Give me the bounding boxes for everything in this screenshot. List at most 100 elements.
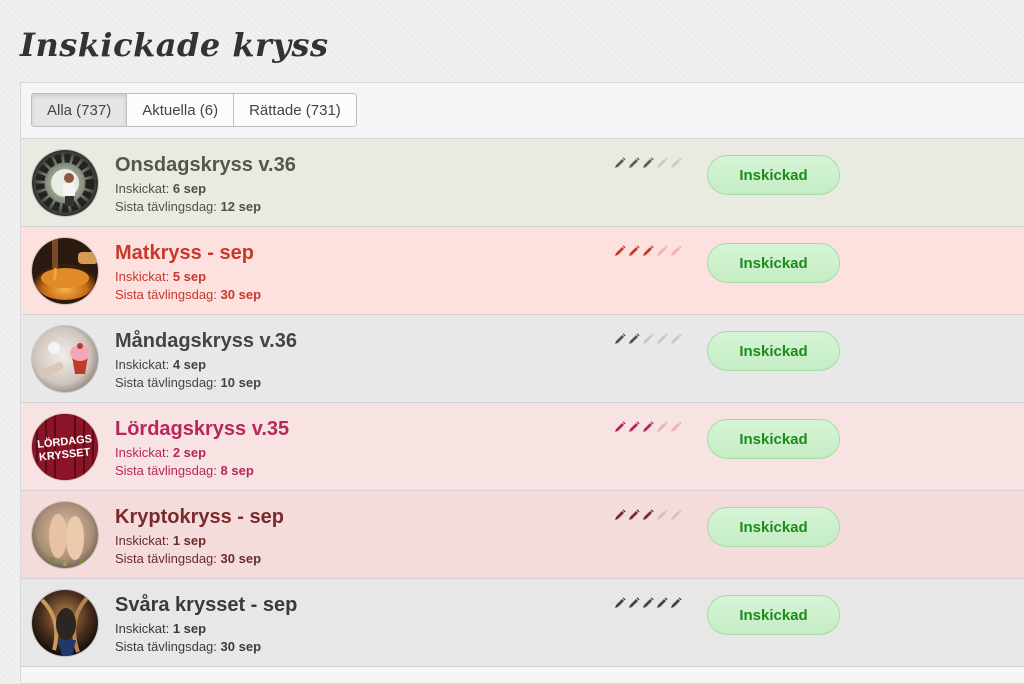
submitted-value: 1 sep (172, 533, 207, 548)
submitted-label: Inskickat: (115, 533, 170, 548)
pencil-icon (671, 597, 682, 608)
pencil-icon (671, 157, 682, 168)
difficulty-rating (613, 245, 682, 258)
pencil-icon (643, 597, 654, 608)
last-day-label: Sista tävlingsdag: (115, 639, 217, 654)
crossword-title[interactable]: Måndagskryss v.36 (115, 330, 297, 353)
status-button[interactable]: Inskickad (707, 419, 840, 459)
tab-current[interactable]: Aktuella (6) (126, 93, 235, 127)
last-day: Sista tävlingsdag: 10 sep (115, 375, 261, 390)
filter-tabs: Alla (737) Aktuella (6) Rättade (731) (31, 93, 357, 127)
difficulty-rating (613, 597, 682, 610)
submitted-value: 5 sep (172, 269, 207, 284)
pencil-icon (671, 333, 682, 344)
last-day: Sista tävlingsdag: 8 sep (115, 463, 254, 478)
submitted-date: Inskickat: 1 sep (115, 533, 206, 548)
pencil-icon (629, 421, 640, 432)
pencil-icon (643, 245, 654, 256)
pencil-icon (615, 597, 626, 608)
pencil-icon (629, 245, 640, 256)
pencil-icon (643, 509, 654, 520)
submitted-label: Inskickat: (115, 445, 170, 460)
pencil-icon (671, 509, 682, 520)
rope-figure-image (32, 590, 98, 656)
submitted-label: Inskickat: (115, 269, 170, 284)
crossword-row[interactable]: LÖRDAGS KRYSSET Lördagskryss v.35 Inskic… (21, 403, 1024, 491)
last-day-label: Sista tävlingsdag: (115, 199, 217, 214)
last-day: Sista tävlingsdag: 30 sep (115, 551, 261, 566)
submitted-date: Inskickat: 1 sep (115, 621, 206, 636)
last-day-value: 8 sep (220, 463, 254, 478)
status-button[interactable]: Inskickad (707, 243, 840, 283)
pencil-icon (643, 157, 654, 168)
status-button[interactable]: Inskickad (707, 507, 840, 547)
crossword-row[interactable]: Kryptokryss - sep Inskickat: 1 sep Sista… (21, 491, 1024, 579)
pencil-icon (657, 509, 668, 520)
submitted-date: Inskickat: 6 sep (115, 181, 206, 196)
last-day-label: Sista tävlingsdag: (115, 375, 217, 390)
difficulty-rating (613, 333, 682, 346)
submitted-value: 4 sep (172, 357, 207, 372)
submitted-date: Inskickat: 2 sep (115, 445, 206, 460)
crossword-list: Onsdagskryss v.36 Inskickat: 6 sep Sista… (21, 138, 1024, 667)
last-day-label: Sista tävlingsdag: (115, 463, 217, 478)
status-button[interactable]: Inskickad (707, 595, 840, 635)
crossword-title[interactable]: Lördagskryss v.35 (115, 418, 289, 441)
pencil-icon (643, 421, 654, 432)
crossword-row[interactable]: Onsdagskryss v.36 Inskickat: 6 sep Sista… (21, 139, 1024, 227)
crossword-panel: Alla (737) Aktuella (6) Rättade (731) On… (20, 82, 1024, 684)
pencil-icon (643, 333, 654, 344)
crossword-title[interactable]: Svåra krysset - sep (115, 594, 297, 617)
last-day: Sista tävlingsdag: 12 sep (115, 199, 261, 214)
crossword-row[interactable]: Matkryss - sep Inskickat: 5 sep Sista tä… (21, 227, 1024, 315)
last-day-value: 10 sep (220, 375, 262, 390)
submitted-date: Inskickat: 4 sep (115, 357, 206, 372)
difficulty-rating (613, 421, 682, 434)
lordagskrysset-logo: LÖRDAGS KRYSSET (32, 414, 98, 480)
pencil-icon (629, 597, 640, 608)
tractor-tire-person-image (32, 150, 98, 216)
pencil-icon (615, 245, 626, 256)
cupcake-baking-image (32, 326, 98, 392)
submitted-value: 6 sep (172, 181, 207, 196)
last-day-value: 30 sep (220, 551, 262, 566)
status-button[interactable]: Inskickad (707, 155, 840, 195)
submitted-value: 2 sep (172, 445, 207, 460)
last-day-label: Sista tävlingsdag: (115, 551, 217, 566)
pencil-icon (657, 157, 668, 168)
last-day: Sista tävlingsdag: 30 sep (115, 639, 261, 654)
last-day: Sista tävlingsdag: 30 sep (115, 287, 261, 302)
pencil-icon (671, 421, 682, 432)
difficulty-rating (613, 157, 682, 170)
pencil-icon (657, 333, 668, 344)
feet-image (32, 502, 98, 568)
tab-corrected[interactable]: Rättade (731) (233, 93, 357, 127)
last-day-value: 30 sep (220, 639, 262, 654)
crossword-row[interactable]: Svåra krysset - sep Inskickat: 1 sep Sis… (21, 579, 1024, 667)
submitted-label: Inskickat: (115, 181, 170, 196)
pencil-icon (657, 245, 668, 256)
pencil-icon (615, 421, 626, 432)
crossword-title[interactable]: Matkryss - sep (115, 242, 254, 265)
tab-all[interactable]: Alla (737) (31, 93, 128, 127)
pencil-icon (615, 509, 626, 520)
submitted-label: Inskickat: (115, 357, 170, 372)
last-day-label: Sista tävlingsdag: (115, 287, 217, 302)
pencil-icon (657, 421, 668, 432)
last-day-value: 30 sep (220, 287, 262, 302)
crossword-row[interactable]: Måndagskryss v.36 Inskickat: 4 sep Sista… (21, 315, 1024, 403)
status-button[interactable]: Inskickad (707, 331, 840, 371)
crossword-title[interactable]: Kryptokryss - sep (115, 506, 284, 529)
submitted-label: Inskickat: (115, 621, 170, 636)
submitted-date: Inskickat: 5 sep (115, 269, 206, 284)
submitted-value: 1 sep (172, 621, 207, 636)
honey-bowl-image (32, 238, 98, 304)
pencil-icon (629, 333, 640, 344)
pencil-icon (629, 509, 640, 520)
crossword-title[interactable]: Onsdagskryss v.36 (115, 154, 296, 177)
pencil-icon (615, 333, 626, 344)
pencil-icon (629, 157, 640, 168)
page-title: Inskickade kryss (20, 26, 329, 64)
pencil-icon (615, 157, 626, 168)
last-day-value: 12 sep (220, 199, 262, 214)
